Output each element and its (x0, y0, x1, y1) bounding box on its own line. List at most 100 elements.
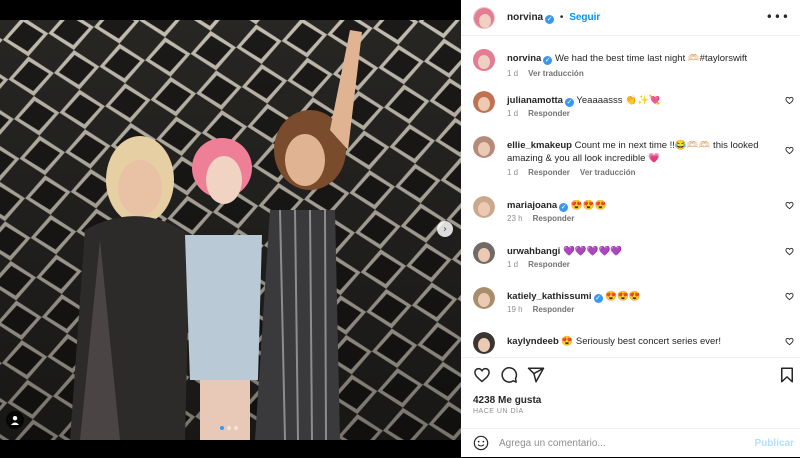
commenter-username[interactable]: julianamotta (507, 95, 563, 106)
avatar-image (473, 332, 495, 354)
like-comment-heart-icon[interactable] (785, 337, 794, 346)
reply-button[interactable]: Responder (528, 168, 570, 177)
avatar-image (473, 49, 495, 71)
commenter-avatar[interactable] (473, 332, 495, 354)
emoji-icon[interactable] (473, 435, 489, 451)
commenter-username[interactable]: ellie_kmakeup (507, 140, 572, 151)
commenter-username[interactable]: katiely_kathissumi (507, 291, 592, 302)
caption-time: 1 d (507, 69, 519, 78)
comment-text: mariajoana ✓ 😍😍😍 (507, 199, 775, 212)
like-comment-heart-icon[interactable] (785, 292, 794, 301)
author-avatar[interactable] (473, 7, 495, 29)
carousel-dot (227, 426, 231, 430)
comment-item: julianamotta ✓ Yeaaaasss 👏✨💘 1 d Responder (461, 91, 800, 135)
carousel-dot (234, 426, 238, 430)
comment-text: kaylyndeeb 😍 Seriously best concert seri… (507, 335, 775, 348)
comment-body: 😍 Seriously best concert series ever! (561, 336, 722, 347)
author-username[interactable]: norvina (507, 12, 543, 23)
comment-icon[interactable] (500, 366, 518, 384)
comment-time: 1 d (507, 109, 519, 118)
caption-meta: 1 d Ver traducción (507, 69, 584, 78)
post-header: norvina ✓ • Seguir ••• (461, 0, 800, 36)
carousel-dot (220, 426, 224, 430)
comment-text: ellie_kmakeup Count me in next time !!😂🫶… (507, 139, 775, 165)
verified-badge-icon: ✓ (564, 98, 574, 107)
comment-meta: 23 h Responder (507, 214, 574, 223)
post-media: › (0, 0, 461, 457)
more-options-icon[interactable]: ••• (766, 10, 790, 24)
bookmark-icon[interactable] (778, 366, 796, 384)
publish-button[interactable]: Publicar (755, 438, 794, 449)
like-comment-heart-icon[interactable] (785, 146, 794, 155)
like-comment-heart-icon[interactable] (785, 201, 794, 210)
commenter-username[interactable]: mariajoana (507, 200, 557, 211)
reply-button[interactable]: Responder (533, 305, 575, 314)
comment-input[interactable] (499, 434, 739, 452)
follow-button[interactable]: Seguir (569, 12, 600, 23)
comment-time: 23 h (507, 214, 523, 223)
share-icon[interactable] (527, 366, 545, 384)
header-user: norvina ✓ • Seguir (507, 12, 600, 24)
verified-badge-icon: ✓ (543, 56, 553, 65)
comment-time: 1 d (507, 260, 519, 269)
likes-count[interactable]: 4238 Me gusta (473, 395, 541, 406)
commenter-username[interactable]: kaylyndeeb (507, 336, 559, 347)
avatar-image (473, 91, 495, 113)
comment-meta: 1 d Responder Ver traducción (507, 168, 636, 177)
commenter-username[interactable]: urwahbangi (507, 246, 560, 257)
comment-body: 😍😍😍 (570, 200, 607, 211)
carousel-next-button[interactable]: › (437, 221, 453, 237)
comments-list: norvina ✓ We had the best time last night… (461, 36, 800, 356)
verified-badge-icon: ✓ (545, 15, 555, 24)
comment-item: kaylyndeeb 😍 Seriously best concert seri… (461, 332, 800, 356)
verified-badge-icon: ✓ (559, 203, 569, 212)
post-side-panel: norvina ✓ • Seguir ••• norvina ✓ We had th… (461, 0, 800, 457)
tagged-users-button[interactable] (6, 411, 24, 429)
commenter-avatar[interactable] (473, 287, 495, 309)
comment-body: 💜💜💜💜💜 (562, 246, 623, 257)
comment-item: urwahbangi 💜💜💜💜💜 1 d Responder (461, 242, 800, 286)
translate-link[interactable]: Ver traducción (580, 168, 636, 177)
avatar-image (473, 242, 495, 264)
comment-time: 19 h (507, 305, 523, 314)
heart-icon[interactable] (473, 366, 491, 384)
avatar-image (473, 287, 495, 309)
comment-text: katiely_kathissumi ✓ 😍😍😍 (507, 290, 775, 303)
translate-link[interactable]: Ver traducción (528, 69, 584, 78)
user-icon (11, 416, 19, 425)
comment-text: julianamotta ✓ Yeaaaasss 👏✨💘 (507, 94, 775, 107)
avatar-image (473, 196, 495, 218)
comment-body: 😍😍😍 (605, 291, 641, 302)
commenter-avatar[interactable] (473, 242, 495, 264)
reply-button[interactable]: Responder (528, 109, 570, 118)
comment-text: urwahbangi 💜💜💜💜💜 (507, 245, 775, 258)
comment-meta: 19 h Responder (507, 305, 574, 314)
like-comment-heart-icon[interactable] (785, 96, 794, 105)
comment-meta: 1 d Responder (507, 260, 570, 269)
chevron-right-icon: › (443, 223, 447, 235)
comment-body: Yeaaaasss 👏✨💘 (576, 95, 661, 106)
comment-meta: 1 d Responder (507, 109, 570, 118)
commenter-avatar[interactable] (473, 196, 495, 218)
commenter-avatar[interactable] (473, 91, 495, 113)
caption-username[interactable]: norvina (507, 53, 541, 64)
comment-item: ellie_kmakeup Count me in next time !!😂🫶… (461, 136, 800, 180)
post-date: HACE UN DÍA (473, 408, 524, 415)
comment-item: mariajoana ✓ 😍😍😍 23 h Responder (461, 196, 800, 240)
like-comment-heart-icon[interactable] (785, 247, 794, 256)
comment-composer: Publicar (461, 428, 800, 458)
post-actions: 4238 Me gusta HACE UN DÍA Publicar (461, 357, 800, 457)
photo-illustration (0, 20, 461, 440)
caption-body: We had the best time last night 🫶🏻#taylo… (554, 53, 748, 64)
caption: norvina ✓ We had the best time last night… (461, 49, 800, 89)
caption-avatar[interactable] (473, 49, 495, 71)
avatar-image (473, 136, 495, 158)
separator-dot: • (559, 12, 564, 23)
commenter-avatar[interactable] (473, 136, 495, 158)
comment-time: 1 d (507, 168, 519, 177)
verified-badge-icon: ✓ (593, 294, 603, 303)
carousel-indicator (220, 426, 238, 430)
reply-button[interactable]: Responder (528, 260, 570, 269)
post-photo[interactable] (0, 20, 461, 440)
reply-button[interactable]: Responder (533, 214, 575, 223)
